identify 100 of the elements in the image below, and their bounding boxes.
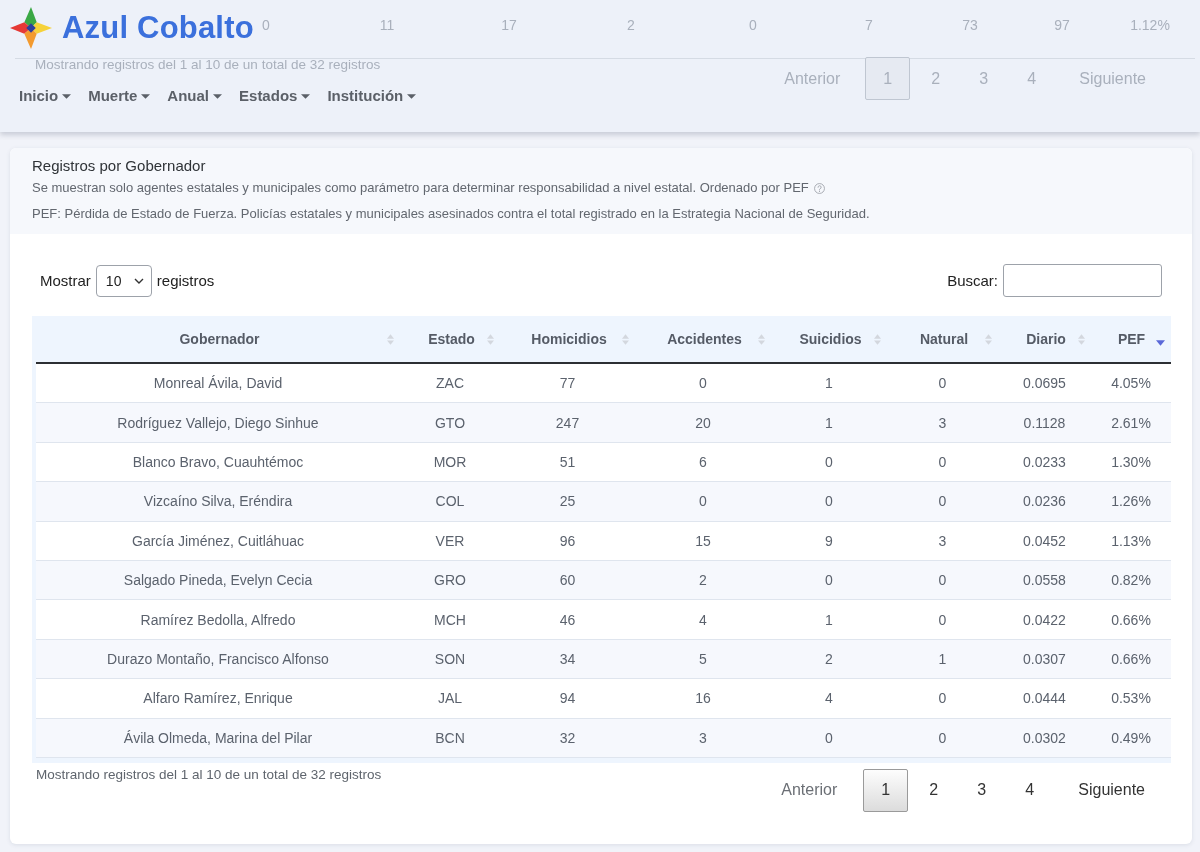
caret-icon	[213, 93, 223, 99]
caret-icon	[141, 93, 151, 99]
table-cell: 60	[500, 560, 635, 600]
table-cell: 5	[635, 639, 771, 679]
table-cell: 1	[771, 363, 887, 403]
table-cell: Alfaro Ramírez, Enrique	[36, 678, 400, 718]
table-cell: 0.82%	[1091, 560, 1171, 600]
faded-table-cell-text: 17	[501, 16, 517, 35]
table-cell: 2.61%	[1091, 402, 1171, 443]
table-cell: García Jiménez, Cuitláhuac	[36, 521, 400, 561]
table-cell: 51	[500, 442, 635, 482]
table-cell: 0.0233	[998, 442, 1091, 482]
page-size-select[interactable]: 10	[95, 264, 152, 297]
table-cell: 3	[887, 521, 998, 561]
table-cell: Monreal Ávila, David	[36, 363, 400, 403]
table-cell: Salgado Pineda, Evelyn Cecia	[36, 560, 400, 600]
panel-note: PEF: Pérdida de Estado de Fuerza. Policías estatales y municipales asesinados contra el total registrado en la Estrategia Nacional de Seguridad.	[32, 205, 871, 223]
faded-table-info: Mostrando registros del 1 al 10 de un total de 32 registros	[35, 56, 381, 74]
table-cell: 0.0307	[998, 639, 1091, 679]
table-cell: 16	[635, 678, 771, 718]
table-cell: 0.53%	[1091, 678, 1171, 718]
faded-table-cell-text: 0	[749, 16, 757, 35]
table-cell: 0.0302	[998, 718, 1091, 758]
search-field[interactable]	[1003, 264, 1162, 297]
table-cell: 0.0236	[998, 481, 1091, 522]
table-cell: 0	[887, 481, 998, 522]
table-cell: 0	[635, 481, 771, 522]
table-cell: Rodríguez Vallejo, Diego Sinhue	[36, 402, 400, 443]
records-label: registros	[156, 272, 215, 289]
logo-icon[interactable]	[10, 7, 52, 49]
table-cell: Ávila Olmeda, Marina del Pilar	[36, 718, 400, 758]
table-cell: 0.0695	[998, 363, 1091, 403]
table-cell: 0.66%	[1091, 599, 1171, 640]
faded-pager-text: 4	[1026, 68, 1038, 89]
caret-icon	[407, 93, 417, 99]
faded-table-cell-text: 97	[1054, 16, 1070, 35]
table-cell: 0	[887, 599, 998, 640]
table-cell: 96	[500, 521, 635, 561]
table-cell: COL	[400, 481, 500, 522]
nav-menu-item[interactable]: Estados	[239, 86, 311, 106]
page-button[interactable]: 1	[863, 768, 909, 812]
table-cell: 0	[771, 560, 887, 600]
table-cell: 46	[500, 599, 635, 640]
table-cell: 0	[771, 718, 887, 758]
faded-table-cell-text: 1.12%	[1130, 16, 1170, 35]
faded-table-cell-text: 0	[262, 16, 270, 35]
search-label: Buscar:	[947, 272, 998, 289]
table-cell: BCN	[400, 718, 500, 758]
brand-link[interactable]: Azul Cobalto	[62, 10, 254, 46]
page-button[interactable]: 4	[1007, 768, 1053, 812]
table-cell: MOR	[400, 442, 500, 482]
chevron-down-icon	[133, 277, 144, 284]
table-cell: 0.0422	[998, 599, 1091, 640]
nav-menu-item[interactable]: Muerte	[88, 86, 151, 106]
table-cell: 0	[887, 442, 998, 482]
table-cell: 0	[887, 560, 998, 600]
table-cell: 32	[500, 718, 635, 758]
table-cell: 15	[635, 521, 771, 561]
table-cell: 94	[500, 678, 635, 718]
table-cell: 1	[771, 402, 887, 443]
table-cell: 20	[635, 402, 771, 443]
faded-pager-text: Siguiente	[1078, 68, 1147, 89]
table-cell: 0.0558	[998, 560, 1091, 600]
table-cell: 9	[771, 521, 887, 561]
next-page-button[interactable]: Siguiente	[1055, 768, 1168, 812]
table-cell: 0.49%	[1091, 718, 1171, 758]
table-cell: 0.66%	[1091, 639, 1171, 679]
table-cell: 4.05%	[1091, 363, 1171, 403]
table-cell: 25	[500, 481, 635, 522]
page-button[interactable]: 2	[911, 768, 957, 812]
help-icon[interactable]	[813, 182, 825, 194]
faded-table-cell-text: 2	[627, 16, 635, 35]
nav-menu-item[interactable]: Anual	[167, 86, 223, 106]
table-cell: 0	[771, 442, 887, 482]
table-cell: JAL	[400, 678, 500, 718]
table-info: Mostrando registros del 1 al 10 de un total de 32 registros	[36, 766, 382, 783]
table-cell: 0	[887, 718, 998, 758]
table-cell: 4	[635, 599, 771, 640]
table-cell: 1.30%	[1091, 442, 1171, 482]
table-cell: Ramírez Bedolla, Alfredo	[36, 599, 400, 640]
table-cell: 77	[500, 363, 635, 403]
table-cell: 0	[887, 363, 998, 403]
table-cell: 1	[771, 599, 887, 640]
faded-table-cell-text: 11	[379, 16, 395, 35]
table-cell: 0	[771, 481, 887, 522]
faded-pager-text: 2	[930, 68, 942, 89]
table-cell: 2	[771, 639, 887, 679]
table-cell: SON	[400, 639, 500, 679]
panel-description: Se muestran solo agentes estatales y municipales como parámetro para determinar responsabilidad a nivel estatal. Ordenado por PEF	[32, 179, 809, 197]
faded-pager-text: Anterior	[783, 68, 842, 89]
nav-menu-item[interactable]: Institución	[327, 86, 417, 106]
table-cell: VER	[400, 521, 500, 561]
caret-icon	[62, 93, 72, 99]
nav-menu-item[interactable]: Inicio	[19, 86, 72, 106]
page-button[interactable]: 3	[959, 768, 1005, 812]
caret-icon	[301, 93, 311, 99]
table-cell: 0.0444	[998, 678, 1091, 718]
table-cell: 0	[635, 363, 771, 403]
table-cell: 0	[887, 678, 998, 718]
panel-title: Registros por Gobernador	[32, 157, 207, 175]
